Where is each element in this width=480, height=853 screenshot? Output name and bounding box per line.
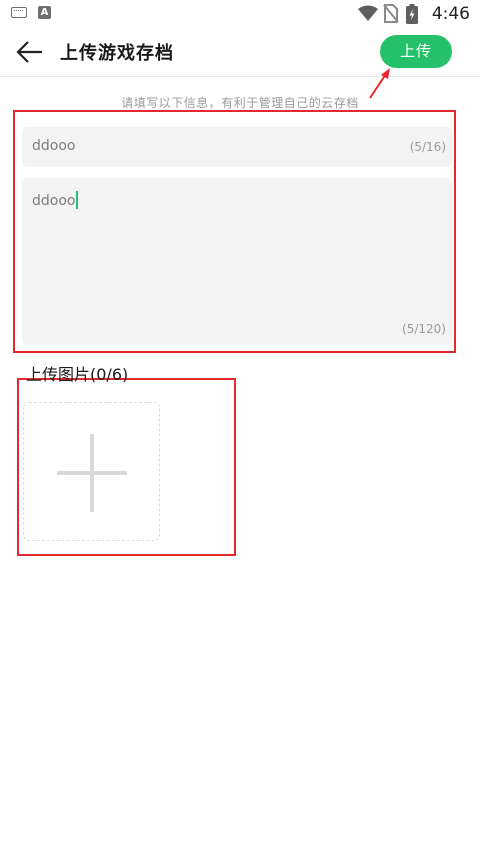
wifi-icon (358, 5, 378, 21)
no-sim-icon (383, 4, 399, 23)
form-hint: 请填写以下信息，有利于管理自己的云存档 (121, 96, 359, 110)
save-title-value: ddooo (32, 138, 76, 154)
plus-icon-vertical (90, 434, 94, 512)
status-bar: A 4:46 (0, 0, 480, 28)
battery-icon (406, 4, 418, 24)
save-description-input[interactable]: ddooo (5/120) (22, 178, 452, 345)
save-title-counter: (5/16) (409, 140, 446, 154)
keyboard-icon (11, 7, 27, 18)
save-title-input[interactable]: ddooo (5/16) (22, 127, 452, 167)
upload-button[interactable]: 上传 (380, 35, 452, 68)
save-description-value: ddooo (32, 193, 76, 209)
back-button[interactable] (10, 34, 50, 70)
page-title: 上传游戏存档 (60, 43, 174, 64)
add-photo-button[interactable] (23, 402, 160, 541)
save-description-text: ddooo (32, 191, 79, 209)
a-app-icon: A (38, 6, 51, 19)
upload-photos-label: 上传图片(0/6) (26, 365, 129, 384)
status-time: 4:46 (431, 4, 470, 24)
app-bar: 上传游戏存档 上传 (0, 28, 480, 77)
save-description-counter: (5/120) (402, 322, 446, 336)
arrow-left-icon (16, 41, 42, 63)
text-cursor (76, 191, 79, 209)
